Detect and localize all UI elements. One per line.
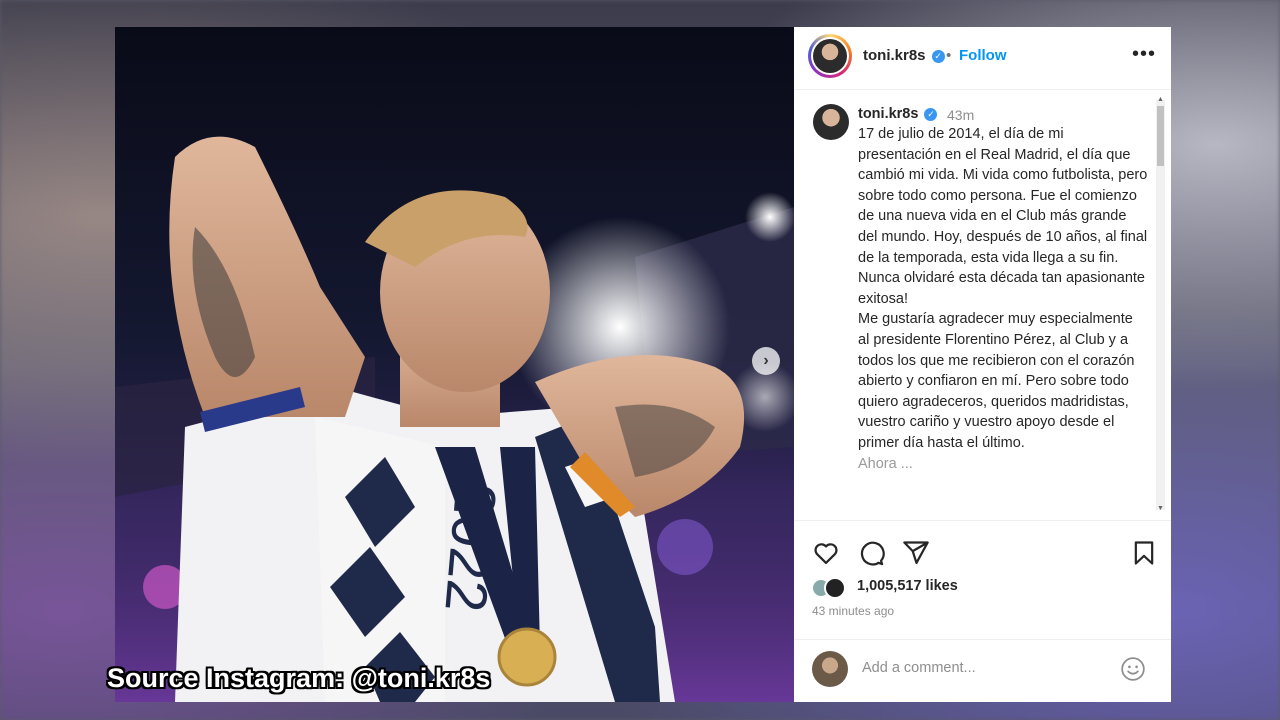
more-options-icon[interactable]: ••• — [1132, 43, 1156, 66]
caption-paragraph: Me gustaría agradecer muy especialmente … — [858, 311, 1135, 451]
comment-row — [794, 639, 1171, 700]
emoji-icon[interactable] — [1120, 656, 1146, 682]
share-icon[interactable] — [902, 539, 930, 567]
avatar — [812, 651, 848, 687]
header-username[interactable]: toni.kr8s ✓ — [863, 47, 945, 64]
source-caption: Source Instagram: @toni.kr8s — [107, 663, 491, 693]
likes-count[interactable]: 1,005,517 likes — [857, 578, 958, 594]
separator: • — [946, 47, 952, 64]
chevron-right-icon[interactable]: › — [752, 347, 780, 375]
post-header: toni.kr8s ✓ • Follow ••• — [794, 27, 1171, 90]
caption-time[interactable]: 43m — [947, 107, 974, 123]
likes-avatars[interactable] — [812, 577, 852, 599]
caption-avatar[interactable] — [813, 104, 849, 140]
avatar[interactable] — [808, 34, 852, 78]
caption-username[interactable]: toni.kr8s ✓ — [858, 106, 938, 122]
caption-scrollbar[interactable]: ▲ ▼ — [1156, 96, 1165, 512]
post-actions: 1,005,517 likes 43 minutes ago — [794, 520, 1171, 701]
heart-icon[interactable] — [812, 539, 840, 567]
post-photo[interactable]: 2022 › — [115, 27, 794, 702]
verified-icon: ✓ — [931, 49, 945, 63]
scrollbar-thumb[interactable] — [1157, 106, 1164, 166]
comment-icon[interactable] — [857, 539, 885, 567]
scroll-up-icon[interactable]: ▲ — [1156, 96, 1165, 103]
caption-text: 17 de julio de 2014, el día de mi presen… — [858, 124, 1148, 474]
verified-icon: ✓ — [924, 107, 938, 121]
caption-area: toni.kr8s ✓ 43m 17 de julio de 2014, el … — [794, 90, 1171, 520]
bookmark-icon[interactable] — [1130, 539, 1158, 567]
post-time[interactable]: 43 minutes ago — [812, 604, 894, 618]
scroll-down-icon[interactable]: ▼ — [1156, 505, 1165, 512]
comment-input[interactable] — [862, 660, 1102, 676]
caption-paragraph: Ahora ... — [858, 455, 913, 472]
follow-button[interactable]: Follow — [959, 47, 1007, 64]
post-panel: toni.kr8s ✓ • Follow ••• toni.kr8s ✓ 43m… — [794, 27, 1171, 702]
caption-paragraph: 17 de julio de 2014, el día de mi presen… — [858, 126, 1148, 307]
